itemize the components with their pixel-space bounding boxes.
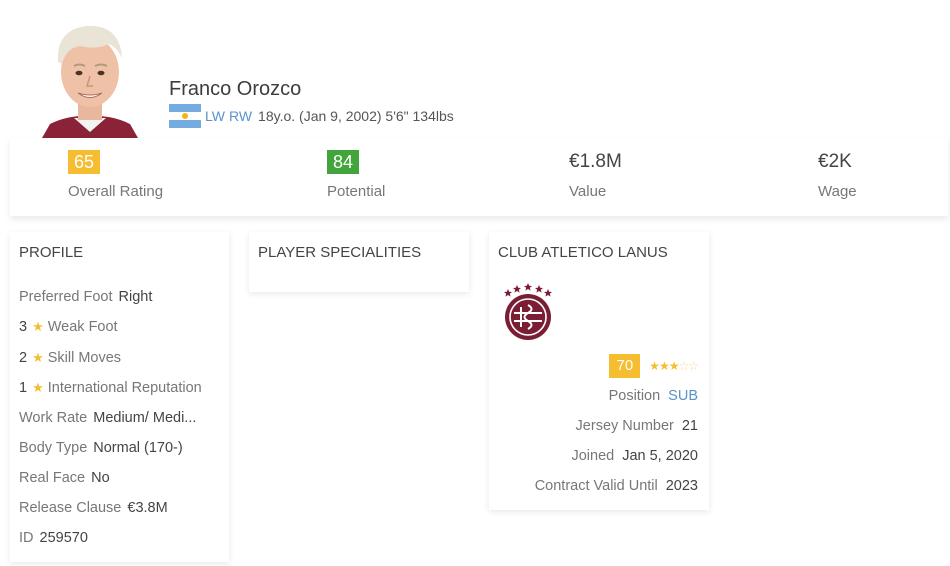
club-crest-icon[interactable] — [502, 283, 554, 341]
skill-moves-value: 2 — [19, 350, 28, 366]
international-reputation-value: 1 — [19, 380, 28, 396]
real-face-value: No — [91, 470, 110, 486]
release-clause-row: Release Clause €3.8M — [19, 500, 168, 516]
club-rating-badge: 70 — [609, 354, 641, 378]
club-name[interactable]: CLUB ATLETICO LANUS — [498, 244, 668, 261]
value-amount: €1.8M — [569, 151, 622, 172]
star-icon: ★ — [668, 359, 680, 373]
player-avatar — [40, 20, 140, 138]
argentina-flag-icon — [169, 104, 201, 128]
international-reputation-row: 1 ★ International Reputation — [19, 380, 202, 396]
skill-moves-row: 2 ★ Skill Moves — [19, 350, 121, 366]
potential-badge: 84 — [327, 150, 360, 174]
wage-amount: €2K — [818, 151, 852, 172]
weak-foot-label: Weak Foot — [47, 319, 118, 335]
overall-rating-stat: 65 Overall Rating — [68, 150, 163, 200]
contract-value: 2023 — [665, 478, 698, 494]
profile-card: PROFILE Preferred Foot Right 3 ★ Weak Foot … — [10, 232, 229, 562]
potential-label: Potential — [327, 183, 386, 200]
position-link-rw[interactable]: RW — [229, 108, 252, 124]
contract-label: Contract Valid Until — [534, 478, 658, 494]
star-outline-icon: ☆ — [688, 359, 699, 373]
work-rate-row: Work Rate Medium/ Medi... — [19, 410, 196, 426]
star-icon: ★ — [32, 380, 44, 395]
wage-label: Wage — [818, 183, 857, 200]
preferred-foot-row: Preferred Foot Right — [19, 289, 152, 305]
release-clause-value: €3.8M — [127, 500, 168, 516]
club-rating: 70 ★★★☆☆ — [609, 354, 699, 378]
star-icon: ★ — [649, 359, 660, 373]
preferred-foot-value: Right — [118, 289, 153, 305]
body-type-row: Body Type Normal (170-) — [19, 440, 183, 456]
real-face-row: Real Face No — [19, 470, 110, 486]
player-name: Franco Orozco — [169, 78, 302, 100]
skill-moves-label: Skill Moves — [47, 350, 122, 366]
player-specialities-title: PLAYER SPECIALITIES — [258, 244, 422, 261]
star-icon: ★ — [32, 319, 44, 334]
body-type-label: Body Type — [19, 440, 88, 456]
overall-rating-badge: 65 — [68, 150, 101, 174]
id-value: 259570 — [39, 530, 88, 546]
club-rating-stars: ★★★☆☆ — [649, 359, 699, 373]
club-position-label: Position — [608, 388, 661, 404]
body-type-value[interactable]: Normal (170-) — [93, 440, 182, 456]
real-face-label: Real Face — [19, 470, 86, 486]
jersey-number-label: Jersey Number — [575, 418, 674, 434]
joined-row: Joined Jan 5, 2020 — [571, 448, 698, 464]
id-label: ID — [19, 530, 34, 546]
wage-stat: €2K Wage — [818, 150, 857, 200]
player-details: 18y.o. (Jan 9, 2002) 5'6" 134lbs — [258, 108, 454, 124]
player-meta: LW RW 18y.o. (Jan 9, 2002) 5'6" 134lbs — [169, 104, 454, 128]
id-row: ID 259570 — [19, 530, 88, 546]
potential-stat: 84 Potential — [327, 150, 385, 200]
club-card: CLUB ATLETICO LANUS 70 ★★★☆☆ Position SUB… — [489, 232, 709, 510]
work-rate-label: Work Rate — [19, 410, 88, 426]
player-specialities-card: PLAYER SPECIALITIES — [249, 232, 469, 292]
value-stat: €1.8M Value — [569, 150, 622, 200]
work-rate-value: Medium/ Medi... — [93, 410, 197, 426]
weak-foot-value: 3 — [19, 319, 28, 335]
profile-title: PROFILE — [19, 244, 84, 261]
club-position-value[interactable]: SUB — [668, 388, 698, 404]
jersey-number-value: 21 — [681, 418, 698, 434]
overall-rating-label: Overall Rating — [68, 183, 164, 200]
international-reputation-label: International Reputation — [47, 380, 202, 396]
jersey-number-row: Jersey Number 21 — [576, 418, 698, 434]
star-icon: ★ — [658, 359, 670, 373]
joined-value: Jan 5, 2020 — [622, 448, 698, 464]
joined-label: Joined — [571, 448, 615, 464]
star-outline-icon: ☆ — [678, 359, 689, 373]
weak-foot-row: 3 ★ Weak Foot — [19, 319, 118, 335]
release-clause-label: Release Clause — [19, 500, 122, 516]
contract-row: Contract Valid Until 2023 — [535, 478, 698, 494]
stats-bar: 65 Overall Rating 84 Potential €1.8M Val… — [10, 138, 948, 216]
value-label: Value — [569, 183, 607, 200]
star-icon: ★ — [32, 350, 44, 365]
club-position-row: Position SUB — [609, 388, 698, 404]
preferred-foot-label: Preferred Foot — [19, 289, 113, 305]
position-link-lw[interactable]: LW — [205, 108, 225, 124]
